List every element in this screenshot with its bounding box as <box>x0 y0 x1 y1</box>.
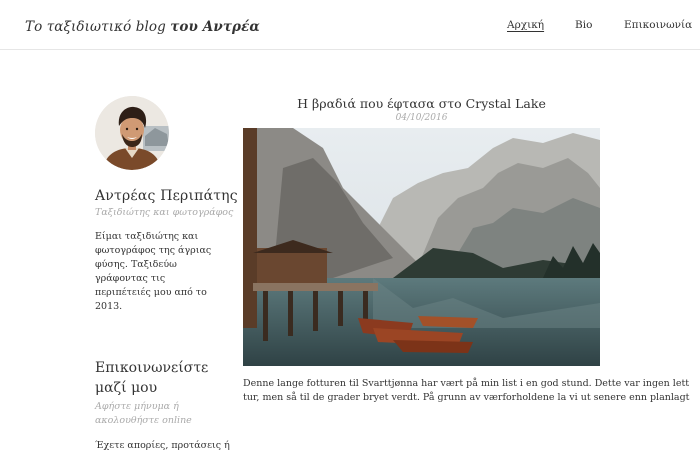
contact-subtitle: Αφήστε μήνυμα ή ακολουθήστε online <box>95 401 192 426</box>
sidebar: Αντρέας Περιπάτης Ταξιδιώτης και φωτογρά… <box>95 96 238 453</box>
contact-text: Έχετε απορίες, προτάσεις ή <box>95 440 230 451</box>
main-nav: Αρχική Βio Επικοινωνία <box>0 19 700 35</box>
nav-contact[interactable]: Επικοινωνία <box>624 19 692 31</box>
post-body: Denne lange fotturen til Svarttjønna har… <box>243 377 690 405</box>
blog-post: Η βραδιά που έφτασα στο Crystal Lake 04/… <box>243 96 690 405</box>
site-header: Το ταξιδιωτικό blog του Αντρέα Αρχική Βi… <box>0 0 700 50</box>
post-image <box>243 128 600 366</box>
post-body-line: Denne lange fotturen til Svarttjønna har… <box>243 378 690 389</box>
avatar <box>95 96 169 170</box>
post-body-line: tur, men så til de grader bryet verdt. P… <box>243 392 690 403</box>
author-subtitle: Ταξιδιώτης και φωτογράφος <box>95 207 234 218</box>
contact-title: Επικοινωνείστε μαζί μου <box>95 360 209 396</box>
author-bio: Είμαι ταξιδιώτης και φωτογράφος της άγρι… <box>95 231 212 312</box>
post-title[interactable]: Η βραδιά που έφτασα στο Crystal Lake <box>243 96 600 111</box>
post-date: 04/10/2016 <box>395 113 448 123</box>
author-name: Αντρέας Περιπάτης <box>95 188 238 204</box>
nav-bio[interactable]: Βio <box>575 19 592 31</box>
nav-home[interactable]: Αρχική <box>507 19 544 31</box>
